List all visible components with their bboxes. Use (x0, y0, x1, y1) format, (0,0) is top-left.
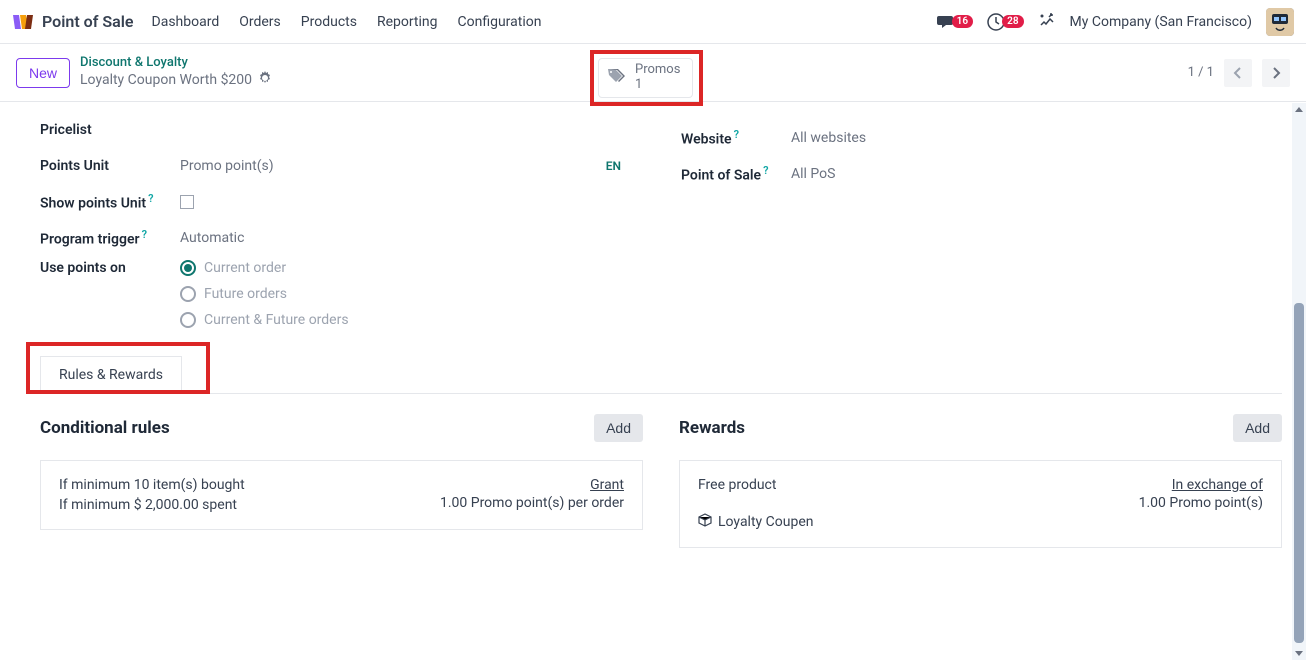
pager: 1 / 1 (1188, 59, 1290, 87)
rule-card[interactable]: If minimum 10 item(s) bought If minimum … (40, 460, 643, 530)
value-program-trigger[interactable]: Automatic (180, 230, 244, 246)
scroll-thumb[interactable] (1294, 303, 1304, 643)
label-program-trigger: Program trigger? (40, 228, 180, 248)
company-selector[interactable]: My Company (San Francisco) (1070, 14, 1252, 30)
reward-card[interactable]: Free product Loyalty Coupen In exchange … (679, 460, 1282, 548)
app-title[interactable]: Point of Sale (42, 12, 134, 31)
value-pos[interactable]: All PoS (791, 166, 835, 182)
breadcrumb: Discount & Loyalty Loyalty Coupon Worth … (80, 55, 272, 89)
label-pricelist: Pricelist (40, 122, 180, 138)
add-rule-button[interactable]: Add (594, 414, 643, 442)
conditional-rules-section: Conditional rules Add If minimum 10 item… (40, 414, 643, 548)
checkbox-show-points[interactable] (180, 195, 194, 209)
cube-icon (698, 513, 712, 531)
help-icon[interactable]: ? (142, 228, 147, 241)
help-icon[interactable]: ? (763, 164, 768, 177)
scrollbar[interactable] (1292, 103, 1306, 660)
exchange-value: 1.00 Promo point(s) (1139, 495, 1263, 511)
control-bar: New Discount & Loyalty Loyalty Coupon Wo… (0, 44, 1306, 102)
add-reward-button[interactable]: Add (1233, 414, 1282, 442)
nav-item-configuration[interactable]: Configuration (458, 14, 542, 30)
pager-text: 1 / 1 (1188, 65, 1214, 80)
pager-next-button[interactable] (1262, 59, 1290, 87)
form-body: Pricelist Points Unit Promo point(s) EN … (0, 102, 1306, 660)
pager-prev-button[interactable] (1224, 59, 1252, 87)
radio-dot-icon (180, 286, 196, 302)
rewards-title: Rewards (679, 418, 745, 438)
tabbar: Rules & Rewards (40, 356, 1282, 394)
radio-group-use-points: Current order Future orders Current & Fu… (180, 256, 349, 328)
navbar-right: 16 28 My Company (San Francisco) (937, 8, 1294, 36)
form-right-column: Website? All websites Point of Sale? All… (681, 112, 1282, 328)
tags-icon (607, 68, 627, 88)
debug-icon[interactable] (1038, 11, 1056, 33)
reward-product-name: Loyalty Coupen (718, 514, 813, 530)
breadcrumb-current: Loyalty Coupon Worth $200 (80, 72, 252, 89)
activities-icon[interactable]: 28 (987, 13, 1023, 31)
activities-badge: 28 (1002, 15, 1023, 28)
grant-link[interactable]: Grant (440, 477, 624, 493)
nav-item-dashboard[interactable]: Dashboard (152, 14, 220, 30)
tab-area: Rules & Rewards (40, 356, 1282, 394)
label-use-points: Use points on (40, 256, 180, 276)
value-points-unit[interactable]: Promo point(s) (180, 158, 274, 174)
nav-item-reporting[interactable]: Reporting (377, 14, 438, 30)
user-avatar[interactable] (1266, 8, 1294, 36)
help-icon[interactable]: ? (148, 192, 153, 205)
radio-future-orders[interactable]: Future orders (180, 286, 349, 302)
rules-title: Conditional rules (40, 418, 170, 438)
reward-line-1: Free product (698, 477, 813, 493)
tab-rules-rewards[interactable]: Rules & Rewards (40, 356, 182, 394)
radio-dot-icon (180, 260, 196, 276)
rules-rewards-grid: Conditional rules Add If minimum 10 item… (40, 414, 1282, 548)
app-logo-icon[interactable] (12, 12, 34, 32)
promos-stat-button[interactable]: Promos 1 (598, 58, 693, 98)
rule-line-1: If minimum 10 item(s) bought (59, 477, 245, 493)
form-left-column: Pricelist Points Unit Promo point(s) EN … (40, 112, 641, 328)
nav-item-products[interactable]: Products (301, 14, 357, 30)
rewards-section: Rewards Add Free product Loyalty Coupen … (679, 414, 1282, 548)
label-website: Website? (681, 128, 791, 148)
grant-value: 1.00 Promo point(s) per order (440, 495, 624, 511)
rule-line-2: If minimum $ 2,000.00 spent (59, 497, 245, 513)
help-icon[interactable]: ? (734, 128, 739, 141)
promos-label: Promos (635, 63, 680, 78)
radio-dot-icon (180, 312, 196, 328)
label-show-points: Show points Unit? (40, 192, 180, 212)
label-pos: Point of Sale? (681, 164, 791, 184)
radio-current-order[interactable]: Current order (180, 260, 349, 276)
promos-highlight: Promos 1 (590, 50, 703, 106)
messages-badge: 16 (952, 15, 973, 28)
lang-badge[interactable]: EN (606, 159, 621, 173)
nav-menu: Dashboard Orders Products Reporting Conf… (152, 14, 542, 30)
exchange-link[interactable]: In exchange of (1139, 477, 1263, 493)
nav-item-orders[interactable]: Orders (239, 14, 281, 30)
breadcrumb-parent[interactable]: Discount & Loyalty (80, 55, 272, 71)
scroll-up-icon[interactable] (1292, 103, 1306, 117)
gear-icon[interactable] (258, 71, 272, 90)
new-button[interactable]: New (16, 58, 70, 88)
label-points-unit: Points Unit (40, 158, 180, 174)
radio-current-future-orders[interactable]: Current & Future orders (180, 312, 349, 328)
top-navbar: Point of Sale Dashboard Orders Products … (0, 0, 1306, 44)
promos-count: 1 (635, 78, 680, 93)
value-website[interactable]: All websites (791, 130, 866, 146)
scroll-down-icon[interactable] (1292, 646, 1306, 660)
messages-icon[interactable]: 16 (937, 14, 973, 30)
